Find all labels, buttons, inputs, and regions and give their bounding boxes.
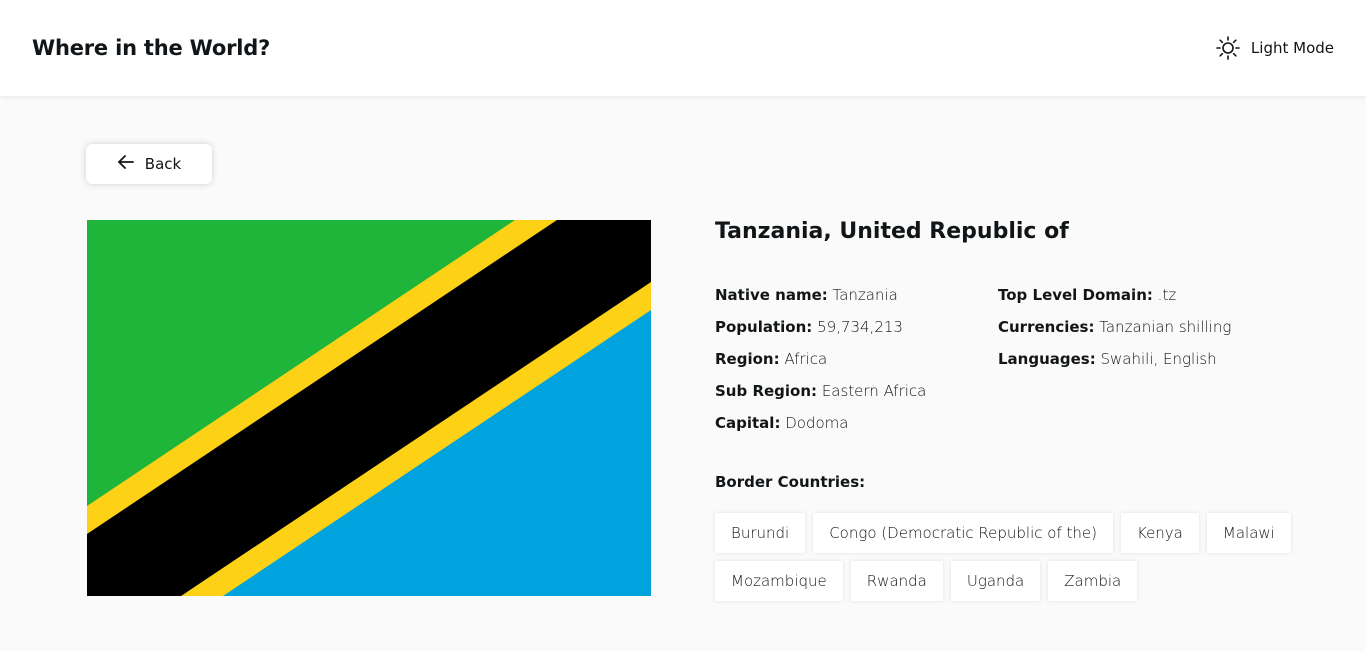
border-countries-row: Mozambique Rwanda Uganda Zambia bbox=[715, 561, 1315, 601]
detail-value: Tanzania bbox=[832, 286, 898, 304]
theme-toggle-button[interactable]: Light Mode bbox=[1215, 35, 1334, 61]
theme-toggle-label: Light Mode bbox=[1250, 39, 1334, 57]
detail-value: .tz bbox=[1157, 286, 1177, 304]
detail-top-level-domain: Top Level Domain: .tz bbox=[998, 285, 1231, 317]
detail-label: Population: bbox=[715, 318, 813, 336]
detail-label: Sub Region: bbox=[715, 382, 818, 400]
detail-value: Eastern Africa bbox=[821, 382, 927, 400]
detail-value: Tanzanian shilling bbox=[1099, 318, 1232, 336]
border-country-button[interactable]: Rwanda bbox=[850, 561, 943, 601]
border-country-button[interactable]: Zambia bbox=[1048, 561, 1138, 601]
border-country-button[interactable]: Uganda bbox=[950, 561, 1041, 601]
detail-label: Capital: bbox=[715, 414, 781, 432]
app-title: Where in the World? bbox=[32, 36, 271, 60]
sun-icon bbox=[1215, 35, 1241, 61]
detail-value: Dodoma bbox=[785, 414, 849, 432]
country-flag bbox=[87, 220, 651, 596]
detail-capital: Capital: Dodoma bbox=[715, 413, 926, 445]
detail-label: Top Level Domain: bbox=[998, 286, 1153, 304]
border-country-button[interactable]: Kenya bbox=[1120, 513, 1199, 553]
back-button-label: Back bbox=[144, 155, 182, 173]
detail-value: 59,734,213 bbox=[817, 318, 903, 336]
border-country-button[interactable]: Malawi bbox=[1206, 513, 1291, 553]
detail-label: Region: bbox=[715, 350, 780, 368]
border-country-button[interactable]: Burundi bbox=[715, 513, 806, 553]
detail-currencies: Currencies: Tanzanian shilling bbox=[998, 317, 1231, 349]
country-details: Tanzania, United Republic of Native name… bbox=[715, 218, 1315, 601]
detail-population: Population: 59,734,213 bbox=[715, 317, 926, 349]
border-country-button[interactable]: Congo (Democratic Republic of the) bbox=[813, 513, 1113, 553]
detail-label: Languages: bbox=[998, 350, 1096, 368]
detail-sub-region: Sub Region: Eastern Africa bbox=[715, 381, 926, 413]
border-countries-row: Burundi Congo (Democratic Republic of th… bbox=[715, 513, 1315, 553]
detail-label: Currencies: bbox=[998, 318, 1095, 336]
header: Where in the World? Light Mode bbox=[0, 0, 1366, 96]
border-country-button[interactable]: Mozambique bbox=[715, 561, 843, 601]
border-countries-label: Border Countries: bbox=[715, 473, 866, 491]
detail-value: Swahili, English bbox=[1100, 350, 1217, 368]
details-left-column: Native name: Tanzania Population: 59,734… bbox=[715, 285, 926, 445]
details-right-column: Top Level Domain: .tz Currencies: Tanzan… bbox=[998, 285, 1231, 381]
detail-region: Region: Africa bbox=[715, 349, 926, 381]
detail-label: Native name: bbox=[715, 286, 828, 304]
border-countries-list: Burundi Congo (Democratic Republic of th… bbox=[715, 513, 1315, 609]
arrow-left-icon bbox=[117, 154, 135, 174]
detail-native-name: Native name: Tanzania bbox=[715, 285, 926, 317]
country-name: Tanzania, United Republic of bbox=[715, 219, 1069, 244]
detail-languages: Languages: Swahili, English bbox=[998, 349, 1231, 381]
back-button[interactable]: Back bbox=[86, 144, 212, 184]
detail-value: Africa bbox=[784, 350, 828, 368]
